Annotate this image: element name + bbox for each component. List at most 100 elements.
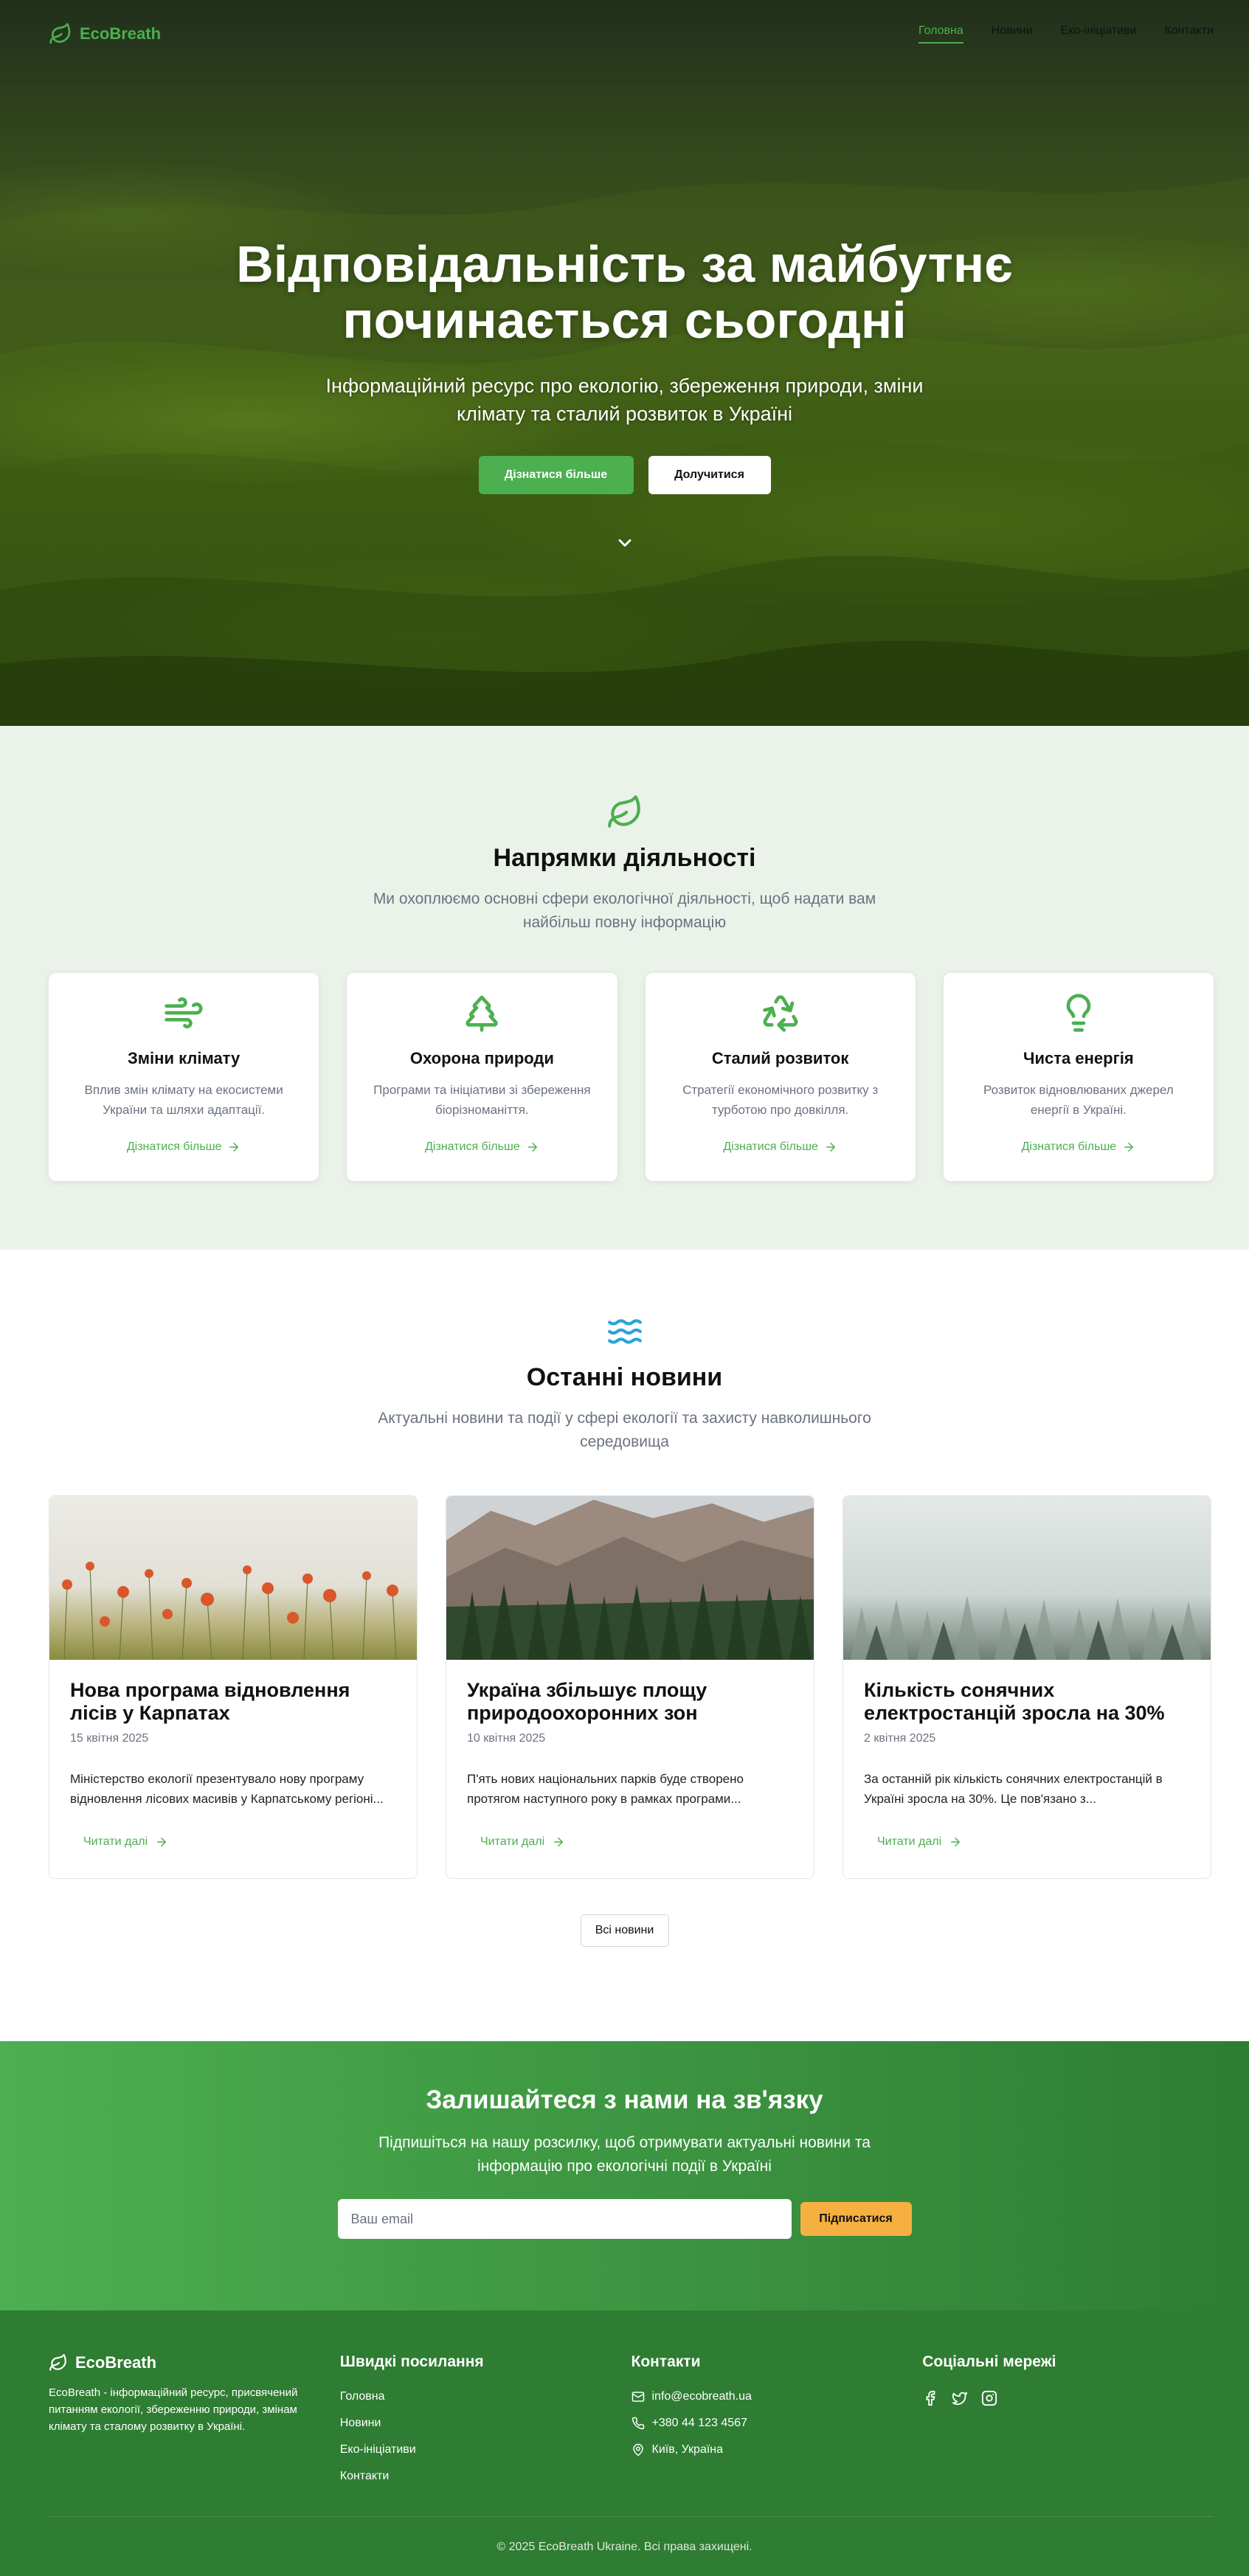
arrow-right-icon (554, 1838, 564, 1846)
direction-card-text: Розвиток відновлюваних джерел енергії в … (983, 1083, 1174, 1117)
footer-address: Київ, Україна (632, 2443, 923, 2456)
hero-section: EcoBreath Головна Новини Еко-ініціативи … (0, 0, 1249, 726)
copyright: © 2025 EcoBreath Ukraine. Всі права захи… (497, 2541, 752, 2553)
arrow-right-icon (951, 1838, 961, 1846)
footer-brand[interactable]: EcoBreath (49, 2353, 340, 2372)
direction-card-title: Охорона природи (409, 1049, 554, 1067)
direction-card-title: Чиста енергія (1023, 1049, 1134, 1067)
arrow-right-icon (157, 1838, 167, 1846)
wind-icon (165, 997, 203, 1028)
news-card-date: 10 квітня 2025 (467, 1732, 546, 1745)
read-more-label: Читати далі (83, 1835, 148, 1848)
read-more-link[interactable]: Читати далі (83, 1835, 168, 1849)
footer-link-news[interactable]: Новини (340, 2417, 632, 2430)
section-waves (0, 1313, 1249, 1350)
news-card-title[interactable]: Кількість сонячних електростанцій зросла… (864, 1679, 1190, 1725)
footer-address-text: Київ, Україна (651, 2443, 724, 2456)
footer-phone-text: +380 44 123 4567 (651, 2417, 747, 2429)
direction-card-title: Зміни клімату (128, 1049, 241, 1067)
map-pin-icon (632, 2443, 643, 2456)
arrow-right-icon (826, 1143, 835, 1152)
news-card: Нова програма відновлення лісів у Карпат… (49, 1495, 418, 1879)
direction-card-link[interactable]: Дізнатися більше (1022, 1140, 1136, 1154)
all-news-button[interactable]: Всі новини (580, 1914, 669, 1947)
hero-title: Відповідальність за майбутнє починається… (236, 235, 1013, 349)
leaf-icon (607, 795, 640, 828)
chevron-down-icon (618, 539, 631, 547)
news-image-poppies (49, 1496, 417, 1660)
news-card-excerpt: Міністерство екології презентувало нову … (70, 1772, 384, 1806)
direction-card-text: Стратегії економічного розвитку з турбот… (682, 1083, 879, 1117)
nav-link-eco-initiatives[interactable]: Еко-ініціативи (1060, 24, 1136, 44)
news-section: Останні новини Актуальні новини та події… (0, 1250, 1249, 2041)
direction-card-sustainable: Сталий розвиток Стратегії економічного р… (645, 973, 916, 1181)
directions-cards: Зміни клімату Вплив змін клімату на екос… (0, 973, 1249, 1181)
direction-card-text: Програми та ініціативи зі збереження біо… (373, 1083, 591, 1117)
twitter-icon[interactable] (952, 2390, 968, 2410)
footer-link-contacts[interactable]: Контакти (340, 2470, 632, 2483)
waves-icon (607, 1319, 642, 1344)
footer-email[interactable]: info@ecobreath.ua (632, 2390, 923, 2403)
hero-content: Відповідальність за майбутнє починається… (0, 236, 1249, 553)
join-button[interactable]: Долучитися (648, 456, 771, 494)
footer-quick-links: Швидкі посилання Головна Новини Еко-ініц… (340, 2353, 632, 2483)
subscribe-subtitle: Підпишіться на нашу розсилку, щоб отриму… (378, 2134, 871, 2175)
top-nav: EcoBreath Головна Новини Еко-ініціативи … (0, 0, 1249, 68)
news-cards: Нова програма відновлення лісів у Карпат… (0, 1495, 1249, 1879)
lightbulb-icon (1066, 994, 1091, 1032)
facebook-icon[interactable] (922, 2390, 938, 2410)
footer-quick-title: Швидкі посилання (339, 2353, 484, 2370)
arrow-right-icon (527, 1143, 537, 1152)
direction-card-link[interactable]: Дізнатися більше (425, 1140, 539, 1154)
subscribe-form: Підписатися (0, 2199, 1249, 2239)
email-input[interactable] (337, 2199, 792, 2239)
footer: EcoBreath EcoBreath - інформаційний ресу… (0, 2310, 1249, 2576)
direction-card-link-label: Дізнатися більше (1021, 1140, 1117, 1153)
direction-card-link[interactable]: Дізнатися більше (723, 1140, 837, 1154)
nav-links: Головна Новини Еко-ініціативи Контакти (918, 24, 1214, 44)
direction-card-link[interactable]: Дізнатися більше (127, 1140, 241, 1154)
news-card-excerpt: П'ять нових національних парків буде ств… (467, 1772, 744, 1806)
news-card-title[interactable]: Нова програма відновлення лісів у Карпат… (70, 1679, 396, 1725)
directions-subtitle: Ми охоплюємо основні сфери екологічної д… (373, 890, 876, 931)
brand-logo[interactable]: EcoBreath (49, 22, 161, 46)
footer-social-title: Соціальні мережі (922, 2353, 1056, 2370)
section-leaf (0, 794, 1249, 831)
news-card-date: 15 квітня 2025 (70, 1732, 149, 1745)
read-more-link[interactable]: Читати далі (480, 1835, 565, 1849)
footer-brand-name: EcoBreath (75, 2353, 157, 2372)
read-more-label: Читати далі (877, 1835, 942, 1848)
footer-phone[interactable]: +380 44 123 4567 (632, 2417, 923, 2430)
direction-card-text: Вплив змін клімату на екосистеми України… (84, 1083, 283, 1117)
directions-section: Напрямки діяльності Ми охоплюємо основні… (0, 726, 1249, 1250)
arrow-right-icon (1124, 1143, 1134, 1152)
direction-card-link-label: Дізнатися більше (723, 1140, 818, 1153)
scroll-down[interactable] (0, 533, 1249, 553)
directions-title: Напрямки діяльності (493, 844, 756, 872)
brand-name: EcoBreath (80, 24, 162, 43)
footer-link-home[interactable]: Головна (340, 2390, 632, 2403)
news-card-excerpt: За останній рік кількість сонячних елект… (864, 1772, 1163, 1806)
news-card: Україна збільшує площу природоохоронних … (446, 1495, 814, 1879)
nav-link-contacts[interactable]: Контакти (1164, 24, 1214, 44)
nav-link-home[interactable]: Головна (918, 24, 963, 44)
footer-contacts-title: Контакти (631, 2353, 701, 2370)
nav-link-news[interactable]: Новини (992, 24, 1033, 44)
news-card-title[interactable]: Україна збільшує площу природоохоронних … (467, 1679, 793, 1725)
footer-link-eco-initiatives[interactable]: Еко-ініціативи (340, 2443, 632, 2456)
direction-card-energy: Чиста енергія Розвиток відновлюваних дже… (943, 973, 1214, 1181)
subscribe-button[interactable]: Підписатися (800, 2202, 912, 2236)
news-card: Кількість сонячних електростанцій зросла… (843, 1495, 1211, 1879)
hero-subtitle: Інформаційний ресурс про екологію, збере… (325, 375, 924, 425)
direction-card-link-label: Дізнатися більше (425, 1140, 520, 1153)
learn-more-button[interactable]: Дізнатися більше (478, 456, 634, 494)
news-title: Останні новини (526, 1363, 723, 1391)
read-more-link[interactable]: Читати далі (877, 1835, 962, 1849)
instagram-icon[interactable] (981, 2390, 997, 2410)
leaf-icon (49, 23, 71, 44)
subscribe-section: Залишайтеся з нами на зв'язку Підпишітьс… (0, 2041, 1249, 2310)
news-card-date: 2 квітня 2025 (864, 1732, 936, 1745)
hero-buttons: Дізнатися більше Долучитися (0, 456, 1249, 494)
footer-description: EcoBreath - інформаційний ресурс, присвя… (49, 2386, 298, 2433)
read-more-label: Читати далі (480, 1835, 545, 1848)
